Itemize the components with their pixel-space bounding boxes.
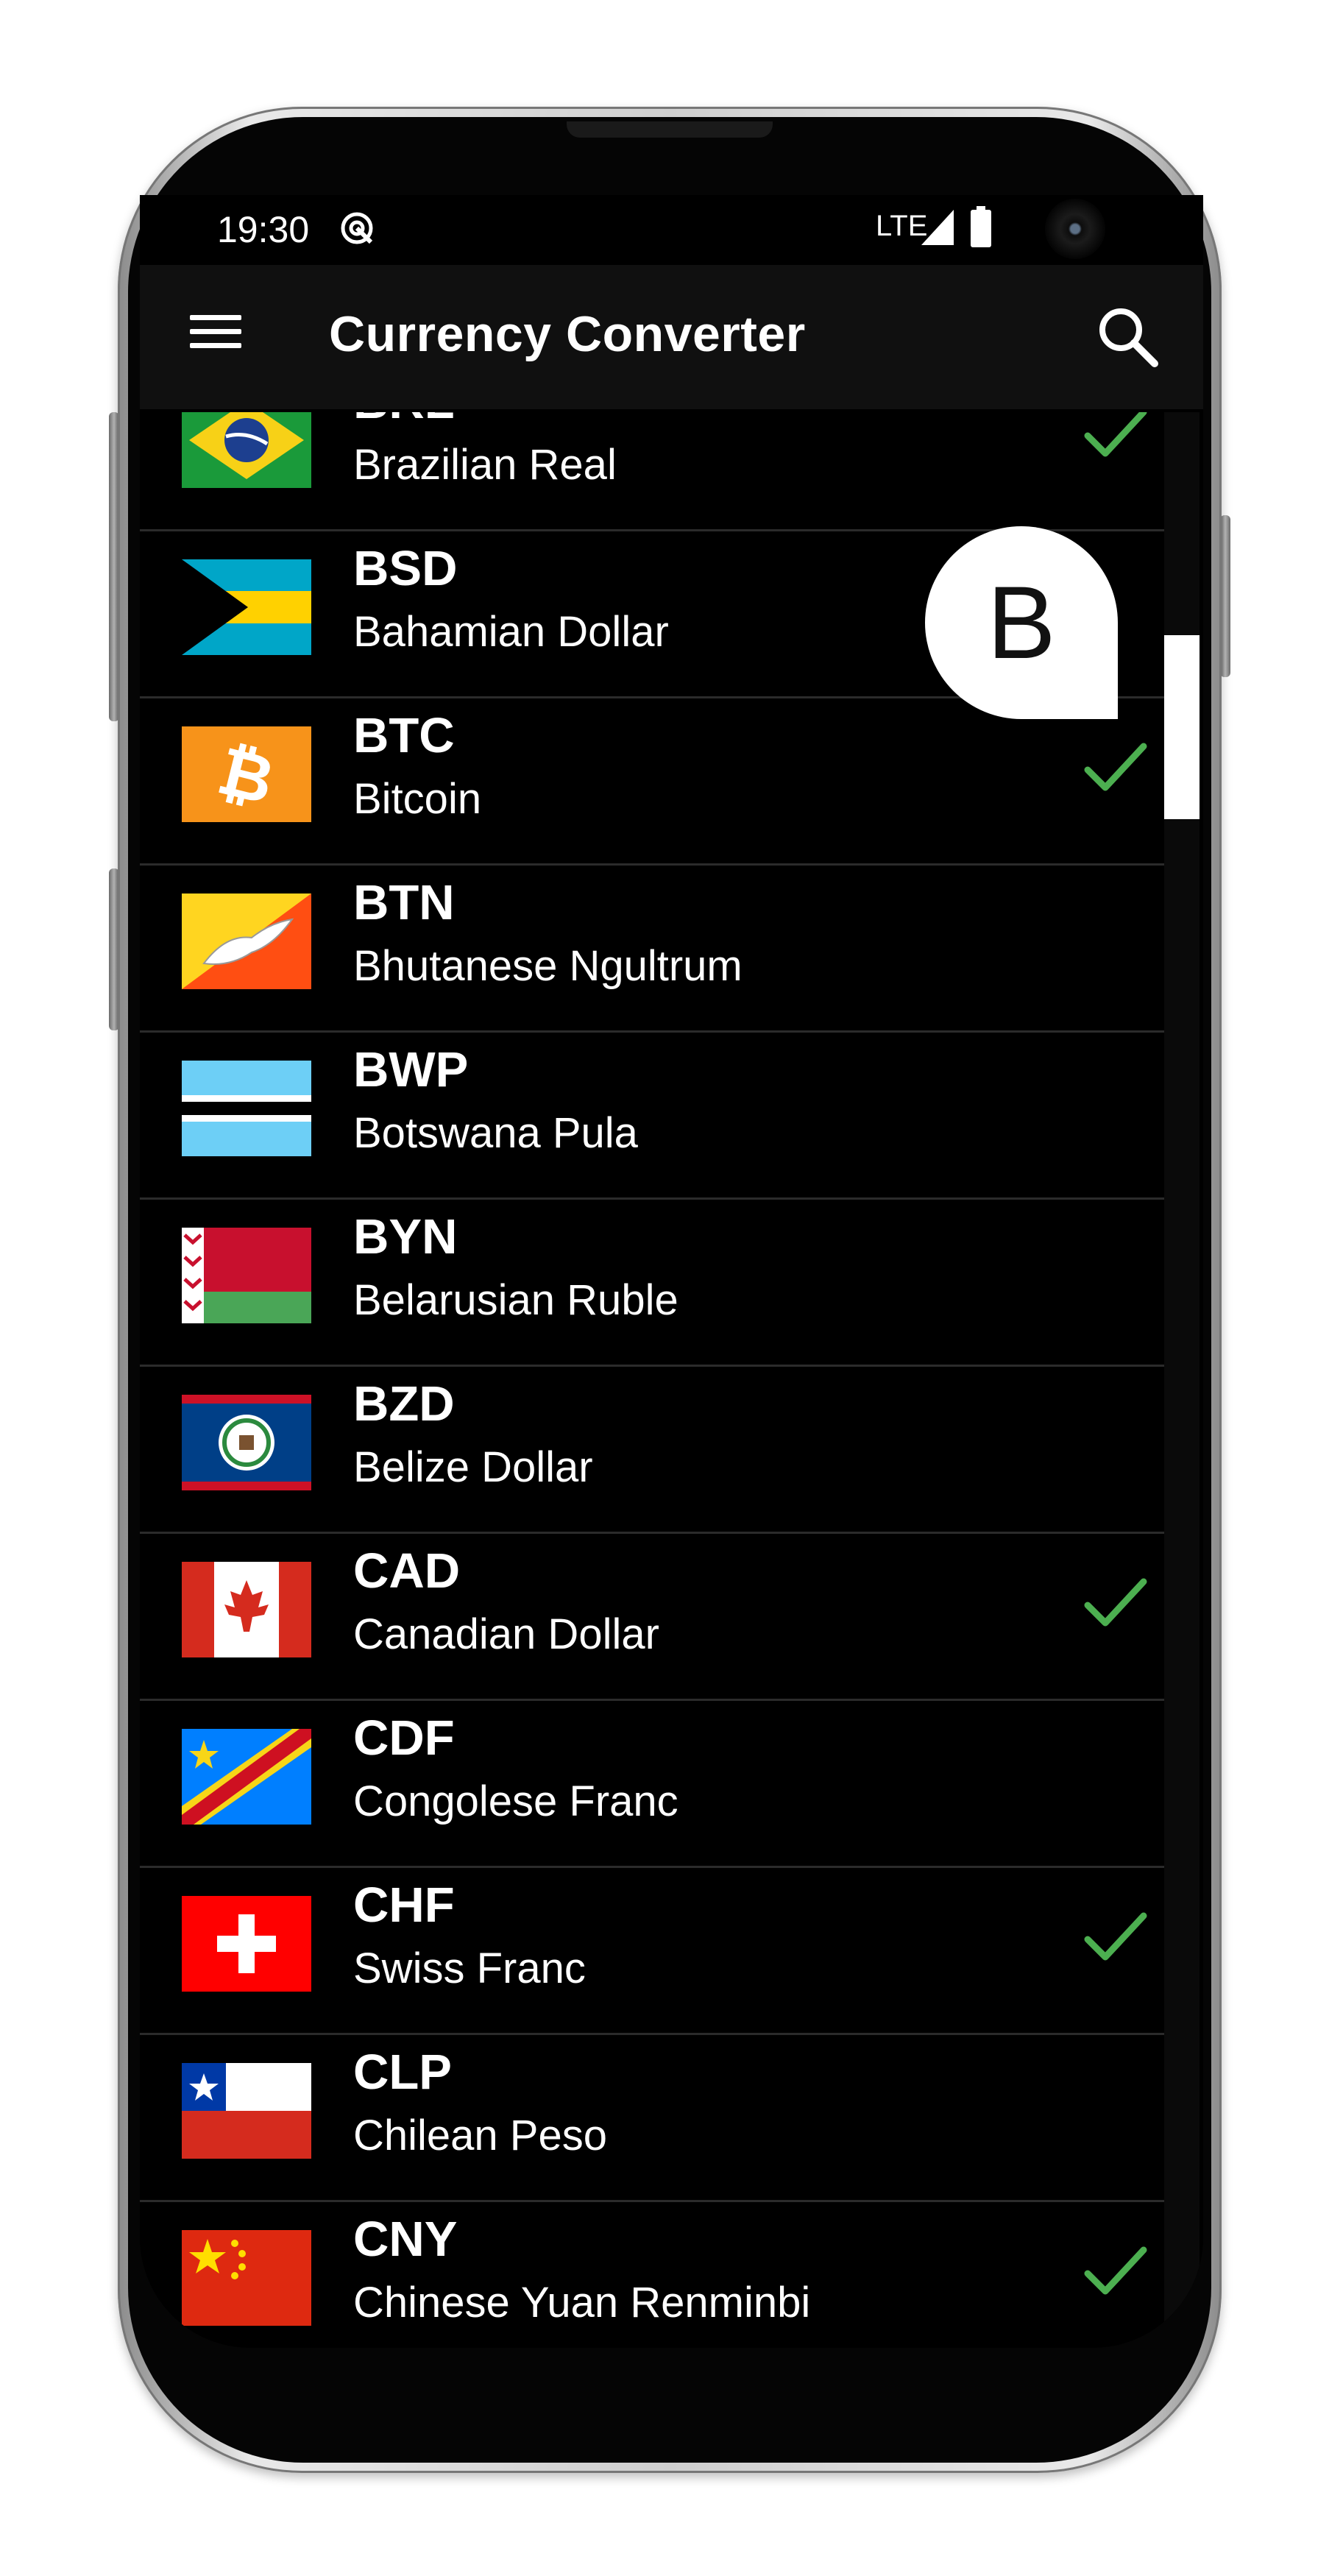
power-button xyxy=(1220,515,1230,677)
currency-name: Swiss Franc xyxy=(353,1945,586,1992)
currency-name: Bitcoin xyxy=(353,775,482,823)
currency-code: BZD xyxy=(353,1376,455,1432)
currency-code: BRL xyxy=(353,412,455,430)
currency-code: CLP xyxy=(353,2045,452,2100)
currency-row-cad[interactable]: CAD Canadian Dollar xyxy=(140,1534,1200,1701)
currency-code: CNY xyxy=(353,2212,458,2267)
scrollbar-thumb[interactable] xyxy=(1164,635,1200,819)
currency-name: Chinese Yuan Renminbi xyxy=(353,2279,811,2326)
app-title: Currency Converter xyxy=(329,306,806,362)
app-bar: Currency Converter xyxy=(140,265,1203,409)
currency-name: Bhutanese Ngultrum xyxy=(353,942,743,990)
currency-row-btc[interactable]: ₿ BTC Bitcoin xyxy=(140,698,1200,866)
belize-flag xyxy=(182,1395,311,1490)
currency-code: BTC xyxy=(353,708,455,763)
currency-code: BYN xyxy=(353,1209,458,1264)
currency-row-btn[interactable]: BTN Bhutanese Ngultrum xyxy=(140,866,1200,1033)
sync-icon xyxy=(341,212,373,244)
belarus-flag xyxy=(182,1228,311,1323)
currency-code: CDF xyxy=(353,1710,455,1766)
bitcoin-icon: ₿ xyxy=(182,726,311,822)
checkmark-icon[interactable] xyxy=(1082,412,1148,464)
botswana-flag xyxy=(182,1061,311,1156)
currency-code: CAD xyxy=(353,1543,461,1599)
earpiece xyxy=(567,121,773,138)
currency-name: Bahamian Dollar xyxy=(353,608,669,656)
status-time: 19:30 xyxy=(217,209,310,250)
currency-row-cdf[interactable]: CDF Congolese Franc xyxy=(140,1701,1200,1868)
checkmark-icon[interactable] xyxy=(1082,1574,1148,1633)
front-camera xyxy=(1045,199,1105,259)
currency-row-clp[interactable]: CLP Chilean Peso xyxy=(140,2035,1200,2202)
checkmark-icon[interactable] xyxy=(1082,2243,1148,2301)
screen: 19:30 LTE Currency Converter BRL Brazilia… xyxy=(140,195,1203,2348)
menu-icon[interactable] xyxy=(190,309,241,353)
switzerland-flag xyxy=(182,1896,311,1992)
checkmark-icon[interactable] xyxy=(1082,1908,1148,1967)
currency-name: Chilean Peso xyxy=(353,2112,607,2159)
currency-row-chf[interactable]: CHF Swiss Franc xyxy=(140,1868,1200,2035)
search-icon[interactable] xyxy=(1094,303,1160,369)
signal-icon xyxy=(921,210,954,245)
canada-flag xyxy=(182,1562,311,1657)
currency-name: Congolese Franc xyxy=(353,1777,678,1825)
currency-name: Belarusian Ruble xyxy=(353,1276,678,1324)
currency-code: BSD xyxy=(353,541,458,596)
congo-flag xyxy=(182,1729,311,1825)
fast-scroll-letter: B xyxy=(987,565,1056,680)
currency-row-bwp[interactable]: BWP Botswana Pula xyxy=(140,1033,1200,1200)
currency-name: Belize Dollar xyxy=(353,1443,593,1491)
currency-code: CHF xyxy=(353,1878,455,1933)
checkmark-icon[interactable] xyxy=(1082,739,1148,798)
currency-row-cny[interactable]: CNY Chinese Yuan Renminbi xyxy=(140,2202,1200,2348)
status-bar: 19:30 LTE xyxy=(140,195,1203,265)
currency-code: BTN xyxy=(353,875,455,930)
bhutan-flag xyxy=(182,894,311,989)
battery-icon xyxy=(971,206,991,247)
brazil-flag xyxy=(182,412,311,488)
bahamas-flag xyxy=(182,559,311,655)
currency-row-byn[interactable]: BYN Belarusian Ruble xyxy=(140,1200,1200,1367)
currency-code: BWP xyxy=(353,1042,469,1097)
china-flag xyxy=(182,2230,311,2326)
chile-flag xyxy=(182,2063,311,2159)
fast-scroll-bubble: B xyxy=(925,526,1118,719)
currency-name: Brazilian Real xyxy=(353,441,617,489)
currency-name: Canadian Dollar xyxy=(353,1610,659,1658)
currency-name: Botswana Pula xyxy=(353,1109,638,1157)
currency-row-brl[interactable]: BRL Brazilian Real xyxy=(140,412,1200,531)
currency-row-bzd[interactable]: BZD Belize Dollar xyxy=(140,1367,1200,1534)
